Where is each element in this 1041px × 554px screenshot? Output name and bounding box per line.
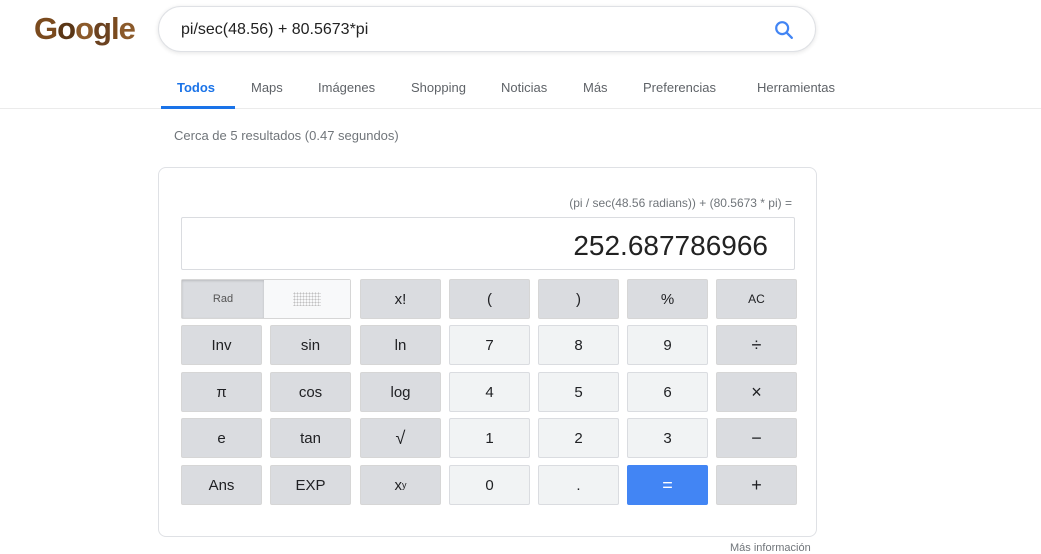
calculator-display: 252.687786966 [181, 217, 795, 270]
inverse-button[interactable]: Inv [181, 325, 262, 365]
sqrt-button[interactable]: √ [360, 418, 441, 458]
search-icon[interactable] [773, 19, 795, 41]
digit-6-button[interactable]: 6 [627, 372, 708, 412]
rad-button[interactable]: Rad [182, 280, 264, 318]
logo-letter: l [110, 11, 120, 46]
decimal-point-button[interactable]: . [538, 465, 619, 505]
open-paren-button[interactable]: ( [449, 279, 530, 319]
digit-0-button[interactable]: 0 [449, 465, 530, 505]
logo-letter: o [57, 11, 76, 46]
pi-button[interactable]: π [181, 372, 262, 412]
logo-letter: e [118, 11, 136, 46]
tab-maps[interactable]: Maps [251, 80, 283, 95]
calculator-expression: (pi / sec(48.56 radians)) + (80.5673 * p… [569, 196, 792, 210]
power-base-label: x [394, 476, 403, 494]
deg-placeholder-icon [293, 292, 321, 306]
ln-button[interactable]: ln [360, 325, 441, 365]
euler-button[interactable]: e [181, 418, 262, 458]
sin-button[interactable]: sin [270, 325, 351, 365]
cos-button[interactable]: cos [270, 372, 351, 412]
power-exponent-label: y [402, 480, 407, 490]
factorial-button[interactable]: x! [360, 279, 441, 319]
digit-8-button[interactable]: 8 [538, 325, 619, 365]
search-input[interactable] [179, 17, 743, 43]
digit-7-button[interactable]: 7 [449, 325, 530, 365]
exp-button[interactable]: EXP [270, 465, 351, 505]
digit-4-button[interactable]: 4 [449, 372, 530, 412]
tab-noticias[interactable]: Noticias [501, 80, 547, 95]
digit-3-button[interactable]: 3 [627, 418, 708, 458]
digit-2-button[interactable]: 2 [538, 418, 619, 458]
plus-button[interactable]: + [716, 465, 797, 505]
tab-todos[interactable]: Todos [177, 80, 215, 95]
digit-9-button[interactable]: 9 [627, 325, 708, 365]
log-button[interactable]: log [360, 372, 441, 412]
close-paren-button[interactable]: ) [538, 279, 619, 319]
tab-imagenes[interactable]: Imágenes [318, 80, 375, 95]
tab-shopping[interactable]: Shopping [411, 80, 466, 95]
digit-5-button[interactable]: 5 [538, 372, 619, 412]
tab-mas[interactable]: Más [583, 80, 608, 95]
angle-mode-toggle: Rad [181, 279, 351, 319]
google-logo[interactable]: Google [34, 11, 136, 47]
search-box[interactable] [158, 6, 816, 52]
logo-letter: o [75, 11, 94, 46]
tan-button[interactable]: tan [270, 418, 351, 458]
multiply-button[interactable]: × [716, 372, 797, 412]
calculator-card: (pi / sec(48.56 radians)) + (80.5673 * p… [158, 167, 817, 537]
result-stats: Cerca de 5 resultados (0.47 segundos) [174, 128, 399, 143]
all-clear-button[interactable]: AC [716, 279, 797, 319]
answer-button[interactable]: Ans [181, 465, 262, 505]
tab-herramientas[interactable]: Herramientas [757, 80, 835, 95]
logo-letter: g [93, 11, 112, 46]
percent-button[interactable]: % [627, 279, 708, 319]
more-info-link[interactable]: Más información [730, 542, 811, 554]
equals-button[interactable]: = [627, 465, 708, 505]
logo-letter: G [34, 11, 58, 46]
active-tab-indicator [161, 106, 235, 109]
digit-1-button[interactable]: 1 [449, 418, 530, 458]
power-button[interactable]: xy [360, 465, 441, 505]
deg-button[interactable] [264, 280, 350, 318]
search-tabs: Todos Maps Imágenes Shopping Noticias Má… [0, 67, 1041, 109]
divide-button[interactable]: ÷ [716, 325, 797, 365]
minus-button[interactable]: − [716, 418, 797, 458]
tab-preferencias[interactable]: Preferencias [643, 80, 716, 95]
